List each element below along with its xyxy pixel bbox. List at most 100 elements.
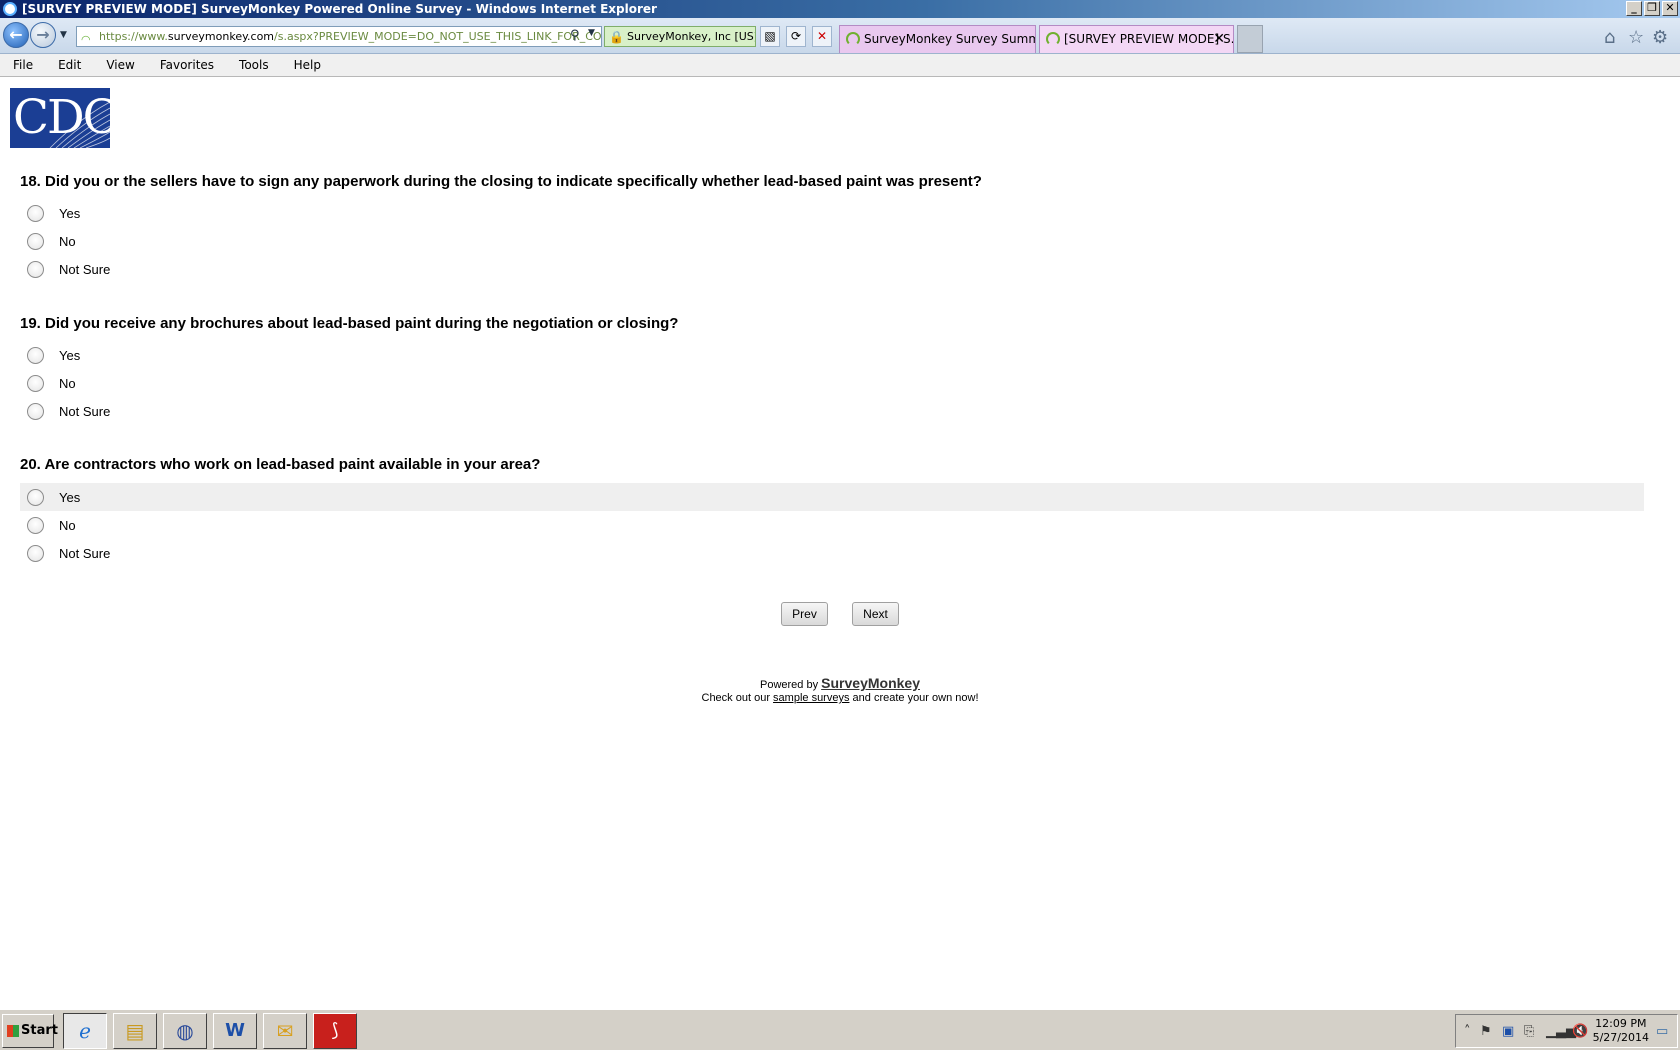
gear-icon[interactable]: ⚙ (1652, 27, 1668, 48)
promo-suffix: and create your own now! (852, 692, 979, 704)
option-q19-not-sure[interactable]: Not Sure (20, 397, 1644, 425)
show-desktop-icon[interactable]: ▭ (1656, 1024, 1668, 1039)
address-domain: surveymonkey.com (167, 30, 275, 43)
menu-file[interactable]: File (10, 58, 36, 72)
restore-button[interactable]: ❐ (1644, 1, 1660, 16)
option-q18-not-sure[interactable]: Not Sure (20, 255, 1644, 283)
window-title: [SURVEY PREVIEW MODE] SurveyMonkey Power… (22, 2, 657, 16)
question-18: 18. Did you or the sellers have to sign … (20, 173, 982, 190)
radio-button[interactable] (27, 232, 44, 250)
menu-edit[interactable]: Edit (55, 58, 84, 72)
option-q20-no[interactable]: No (20, 511, 1644, 539)
powered-by-label: Powered by (760, 679, 819, 691)
prev-button[interactable]: Prev (781, 602, 828, 626)
tab-label: [SURVEY PREVIEW MODE] S... (1064, 32, 1234, 46)
tab-close-icon[interactable]: ✕ (1213, 26, 1225, 52)
lock-icon: 🔒 (609, 30, 624, 44)
tab-survey-preview[interactable]: [SURVEY PREVIEW MODE] S... ✕ (1039, 25, 1234, 53)
tab-label: SurveyMonkey Survey Summar... (864, 32, 1035, 46)
option-label: No (59, 517, 76, 533)
option-q18-yes[interactable]: Yes (20, 199, 1644, 227)
question-20: 20. Are contractors who work on lead-bas… (20, 456, 541, 473)
radio-button[interactable] (27, 516, 44, 534)
taskbar: Start ℯ ▤ ◍ W ✉ ⟆ ˄ ⚑ ▣ ⎘ ▁▃▅ 🔇 12:09 PM… (0, 1008, 1680, 1050)
tab-favicon-icon (846, 32, 860, 46)
option-label: Yes (59, 347, 81, 363)
taskbar-ie-icon[interactable]: ℯ (63, 1013, 107, 1049)
address-dropdown-icon[interactable]: ▼ (588, 28, 595, 38)
radio-button[interactable] (27, 346, 44, 364)
stop-icon[interactable]: ✕ (812, 26, 832, 47)
new-tab-button[interactable] (1237, 25, 1263, 53)
option-label: Not Sure (59, 261, 111, 277)
volume-muted-icon[interactable]: 🔇 (1572, 1024, 1588, 1039)
taskbar-word-icon[interactable]: W (213, 1013, 257, 1049)
menu-tools[interactable]: Tools (236, 58, 272, 72)
close-window-button[interactable]: ✕ (1662, 1, 1678, 16)
taskbar-outlook-icon[interactable]: ✉ (263, 1013, 307, 1049)
refresh-icon[interactable]: ⟳ (786, 26, 806, 47)
radio-button[interactable] (27, 544, 44, 562)
address-path: /s.aspx?PREVIEW_MODE=DO_NOT_USE_THIS_LIN… (274, 30, 602, 43)
clock[interactable]: 12:09 PM 5/27/2014 (1593, 1017, 1649, 1045)
option-label: Yes (59, 205, 81, 221)
sample-surveys-promo: Check out our sample surveys and create … (0, 692, 1680, 704)
menu-bar: File Edit View Favorites Tools Help (0, 54, 1680, 77)
radio-button[interactable] (27, 488, 44, 506)
promo-prefix: Check out our (701, 692, 770, 704)
powered-by: Powered by SurveyMonkey (0, 675, 1680, 691)
system-tray: ˄ ⚑ ▣ ⎘ ▁▃▅ 🔇 12:09 PM 5/27/2014 ▭ (1455, 1014, 1678, 1048)
option-label: Not Sure (59, 403, 111, 419)
cdc-logo: CDC (10, 88, 110, 148)
compatibility-view-icon[interactable]: ▧ (760, 26, 780, 47)
radio-button[interactable] (27, 260, 44, 278)
radio-button[interactable] (27, 204, 44, 222)
radio-button[interactable] (27, 374, 44, 392)
tray-expand-icon[interactable]: ˄ (1464, 1024, 1471, 1039)
home-icon[interactable]: ⌂ (1604, 27, 1615, 48)
menu-favorites[interactable]: Favorites (157, 58, 217, 72)
action-center-flag-icon[interactable]: ⚑ (1480, 1024, 1492, 1039)
clock-time: 12:09 PM (1595, 1017, 1647, 1030)
forward-button[interactable]: → (30, 22, 56, 48)
option-label: No (59, 233, 76, 249)
start-label: Start (21, 1023, 58, 1038)
option-q20-yes[interactable]: Yes (20, 483, 1644, 511)
address-bar[interactable]: ◠ https://www.surveymonkey.com/s.aspx?PR… (76, 26, 602, 47)
option-q18-no[interactable]: No (20, 227, 1644, 255)
surveymonkey-link[interactable]: SurveyMonkey (821, 675, 920, 691)
tab-favicon-icon (1046, 32, 1060, 46)
security-report[interactable]: 🔒 SurveyMonkey, Inc [US] (604, 26, 756, 47)
radio-button[interactable] (27, 402, 44, 420)
taskbar-acrobat-icon[interactable]: ⟆ (313, 1013, 357, 1049)
next-button[interactable]: Next (852, 602, 899, 626)
tray-app-icon[interactable]: ▣ (1502, 1024, 1514, 1039)
sample-surveys-link[interactable]: sample surveys (773, 692, 849, 704)
search-icon[interactable]: ⚲ (570, 28, 580, 43)
ie-icon (3, 2, 17, 16)
usb-device-icon[interactable]: ⎘ (1524, 1024, 1534, 1039)
windows-logo-icon (7, 1025, 19, 1037)
history-dropdown-icon[interactable]: ▼ (60, 30, 67, 40)
option-q19-no[interactable]: No (20, 369, 1644, 397)
menu-help[interactable]: Help (291, 58, 324, 72)
taskbar-explorer-icon[interactable]: ▤ (113, 1013, 157, 1049)
window-title-bar: [SURVEY PREVIEW MODE] SurveyMonkey Power… (0, 0, 1680, 18)
address-scheme: https://www. (99, 30, 168, 43)
taskbar-globe-icon[interactable]: ◍ (163, 1013, 207, 1049)
favorites-star-icon[interactable]: ☆ (1628, 27, 1644, 48)
clock-date: 5/27/2014 (1592, 1031, 1649, 1044)
menu-view[interactable]: View (103, 58, 137, 72)
minimize-button[interactable]: _ (1626, 1, 1642, 16)
option-label: No (59, 375, 76, 391)
option-label: Not Sure (59, 545, 111, 561)
security-label: SurveyMonkey, Inc [US] (627, 30, 756, 43)
logo-text: CDC (13, 90, 110, 145)
option-q20-not-sure[interactable]: Not Sure (20, 539, 1644, 567)
option-q19-yes[interactable]: Yes (20, 341, 1644, 369)
start-button[interactable]: Start (2, 1014, 58, 1048)
option-label: Yes (59, 489, 81, 505)
browser-toolbar: ← → ▼ ◠ https://www.surveymonkey.com/s.a… (0, 18, 1680, 54)
back-button[interactable]: ← (3, 22, 29, 48)
tab-survey-summary[interactable]: SurveyMonkey Survey Summar... (839, 25, 1036, 53)
